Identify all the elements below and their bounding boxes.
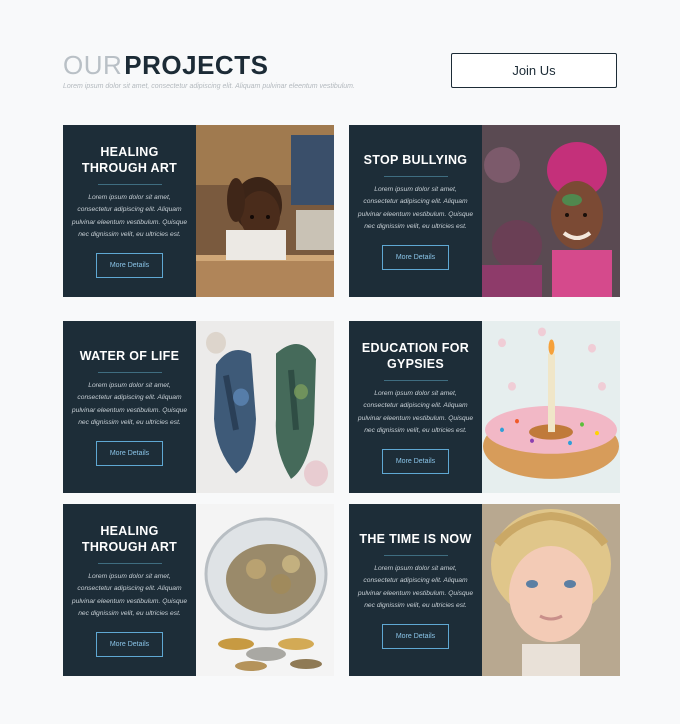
- project-card-panel: HEALING THROUGH ART Lorem ipsum dolor si…: [63, 125, 196, 297]
- project-card-description: Lorem ipsum dolor sit amet, consectetur …: [357, 389, 474, 434]
- child-in-classroom-photo: [196, 125, 334, 297]
- title-divider: [383, 175, 448, 177]
- blonde-toddler-photo: [482, 504, 620, 676]
- title-divider: [383, 554, 448, 556]
- girl-with-color-powder-photo: [482, 125, 620, 297]
- project-card-water-of-life: WATER OF LIFE Lorem ipsum dolor sit amet…: [63, 321, 334, 493]
- project-card-title: WATER OF LIFE: [79, 348, 180, 363]
- more-details-button[interactable]: More Details: [382, 624, 449, 650]
- more-details-button[interactable]: More Details: [382, 245, 449, 271]
- project-card-healing-through-art: HEALING THROUGH ART Lorem ipsum dolor si…: [63, 125, 334, 297]
- join-us-button[interactable]: Join Us: [451, 53, 617, 88]
- donut-with-candle-photo: [482, 321, 620, 493]
- title-divider: [383, 379, 448, 381]
- project-card-title: EDUCATION FOR GYPSIES: [361, 340, 470, 371]
- project-card-title: THE TIME IS NOW: [359, 531, 472, 546]
- project-card-title: HEALING THROUGH ART: [81, 523, 178, 554]
- project-card-description: Lorem ipsum dolor sit amet, consectetur …: [71, 381, 188, 426]
- project-card-description: Lorem ipsum dolor sit amet, consectetur …: [71, 193, 188, 238]
- project-card-description: Lorem ipsum dolor sit amet, consectetur …: [357, 185, 474, 230]
- title-divider: [97, 183, 162, 185]
- project-card-panel: WATER OF LIFE Lorem ipsum dolor sit amet…: [63, 321, 196, 493]
- page-title-light: OUR: [63, 50, 123, 80]
- page-header: OURPROJECTS Lorem ipsum dolor sit amet, …: [63, 50, 355, 90]
- project-card-title: STOP BULLYING: [363, 152, 468, 167]
- coins-in-jar-photo: [196, 504, 334, 676]
- more-details-button[interactable]: More Details: [96, 253, 163, 279]
- painted-hands-photo: [196, 321, 334, 493]
- project-card-healing-through-art-2: HEALING THROUGH ART Lorem ipsum dolor si…: [63, 504, 334, 676]
- title-divider: [97, 371, 162, 373]
- page-title: OURPROJECTS: [63, 50, 355, 80]
- project-card-stop-bullying: STOP BULLYING Lorem ipsum dolor sit amet…: [349, 125, 620, 297]
- project-card-education-for-gypsies: EDUCATION FOR GYPSIES Lorem ipsum dolor …: [349, 321, 620, 493]
- project-card-the-time-is-now: THE TIME IS NOW Lorem ipsum dolor sit am…: [349, 504, 620, 676]
- project-card-panel: THE TIME IS NOW Lorem ipsum dolor sit am…: [349, 504, 482, 676]
- page-title-bold: PROJECTS: [124, 50, 269, 80]
- project-card-description: Lorem ipsum dolor sit amet, consectetur …: [357, 564, 474, 609]
- more-details-button[interactable]: More Details: [382, 449, 449, 475]
- project-card-panel: HEALING THROUGH ART Lorem ipsum dolor si…: [63, 504, 196, 676]
- title-divider: [97, 562, 162, 564]
- more-details-button[interactable]: More Details: [96, 632, 163, 658]
- more-details-button[interactable]: More Details: [96, 441, 163, 467]
- page-subtitle: Lorem ipsum dolor sit amet, consectetur …: [63, 83, 355, 90]
- project-card-description: Lorem ipsum dolor sit amet, consectetur …: [71, 572, 188, 617]
- project-card-panel: EDUCATION FOR GYPSIES Lorem ipsum dolor …: [349, 321, 482, 493]
- project-card-title: HEALING THROUGH ART: [81, 144, 178, 175]
- project-card-panel: STOP BULLYING Lorem ipsum dolor sit amet…: [349, 125, 482, 297]
